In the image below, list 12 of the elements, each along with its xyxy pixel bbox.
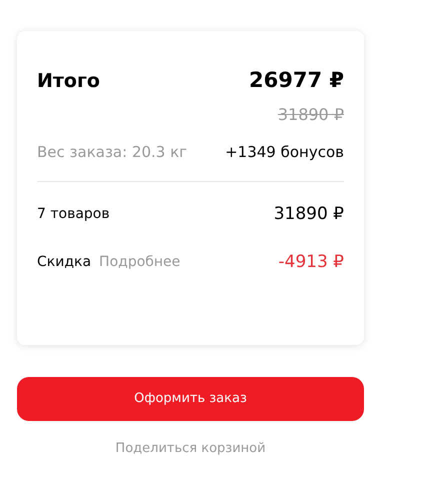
summary-title: Итого xyxy=(37,68,100,94)
bonus-amount: +1349 бонусов xyxy=(225,142,344,162)
details-link[interactable]: Подробнее xyxy=(99,252,180,273)
discount-label: Скидка xyxy=(37,252,92,272)
total-price: 26977 ₽ xyxy=(249,67,344,94)
old-price: 31890 ₽ xyxy=(278,104,344,126)
checkout-button[interactable]: Оформить заказ xyxy=(17,377,364,421)
items-count: 7 товаров xyxy=(37,205,110,224)
share-cart-link[interactable]: Поделиться корзиной xyxy=(115,439,266,458)
discount-value: -4913 ₽ xyxy=(278,250,344,274)
items-price: 31890 ₽ xyxy=(274,203,344,226)
order-weight: Вес заказа: 20.3 кг xyxy=(37,142,188,162)
